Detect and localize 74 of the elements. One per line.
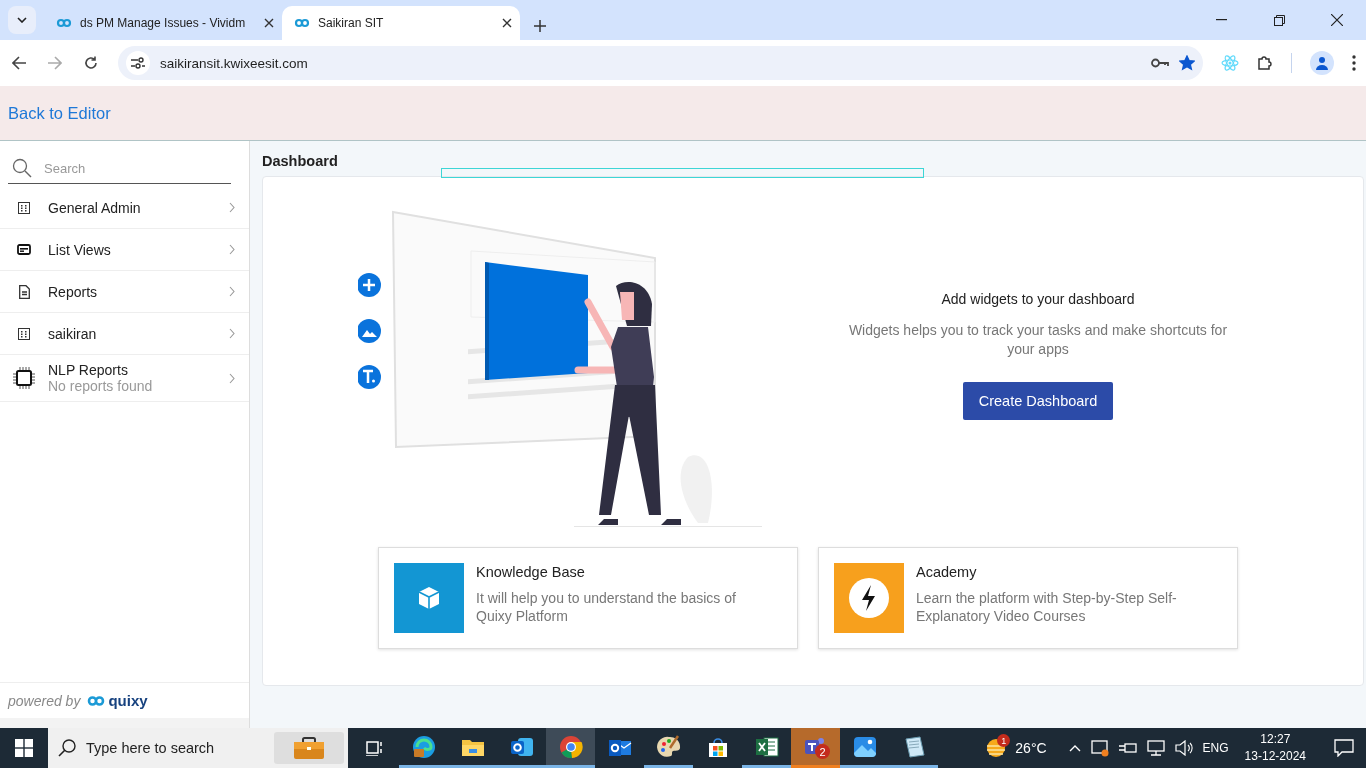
key-icon[interactable] bbox=[1151, 58, 1169, 68]
chevron-right-icon bbox=[229, 244, 235, 255]
chevron-right-icon bbox=[229, 202, 235, 213]
tab-list-button[interactable] bbox=[8, 6, 36, 34]
sidebar-item[interactable]: General Admin bbox=[0, 187, 249, 229]
photos-icon bbox=[852, 735, 877, 758]
outlook-icon bbox=[607, 738, 632, 758]
quixy-logo-icon bbox=[294, 17, 310, 29]
task-view-icon bbox=[365, 740, 384, 756]
weather-badge: 1 bbox=[997, 734, 1011, 747]
temperature-text: 26°C bbox=[1015, 740, 1047, 756]
star-icon[interactable] bbox=[1179, 55, 1195, 71]
chrome-icon bbox=[558, 734, 583, 759]
empty-state-text: Widgets helps you to track your tasks and make shortcuts for your apps bbox=[847, 321, 1229, 359]
lightning-bolt-icon bbox=[834, 563, 904, 633]
notepad-icon bbox=[902, 735, 925, 758]
reload-icon[interactable] bbox=[82, 56, 100, 70]
puzzle-piece-icon[interactable] bbox=[1257, 55, 1273, 71]
speaker-icon[interactable] bbox=[1174, 740, 1193, 756]
card-description: Learn the platform with Step-by-Step Self-Explanatory Video Courses bbox=[916, 589, 1178, 625]
powered-by-text: powered by bbox=[8, 692, 81, 709]
taskbar-search-field[interactable]: Type here to search bbox=[86, 740, 246, 756]
briefcase-icon bbox=[274, 732, 344, 764]
display-icon[interactable] bbox=[1090, 739, 1109, 757]
page-title: Dashboard bbox=[262, 153, 338, 169]
resource-card[interactable]: Knowledge Base It will help you to understand the basics of Quixy Platform bbox=[378, 547, 798, 649]
quixy-logo: quixy bbox=[86, 692, 148, 709]
resource-card[interactable]: Academy Learn the platform with Step-by-Step Self-Explanatory Video Courses bbox=[818, 547, 1238, 649]
paint-icon bbox=[656, 734, 681, 759]
chevron-up-icon[interactable] bbox=[1068, 744, 1081, 752]
plus-icon bbox=[358, 273, 381, 297]
chevron-right-icon bbox=[229, 286, 235, 297]
card-title: Academy bbox=[916, 564, 977, 580]
sidebar-item[interactable]: saikiran bbox=[0, 313, 249, 355]
text-icon bbox=[358, 365, 381, 389]
chevron-down-icon bbox=[17, 17, 27, 23]
language-indicator[interactable]: ENG bbox=[1202, 741, 1229, 755]
search-field[interactable]: Search bbox=[44, 160, 231, 176]
browser-tab[interactable]: Saikiran SIT bbox=[282, 6, 520, 40]
new-tab-icon[interactable] bbox=[534, 20, 546, 32]
edge-icon bbox=[411, 734, 436, 759]
outlook-new-icon bbox=[509, 735, 534, 758]
profile-icon[interactable] bbox=[1310, 51, 1334, 75]
network-icon[interactable] bbox=[1146, 740, 1165, 756]
create-dashboard-button[interactable]: Create Dashboard bbox=[962, 382, 1114, 420]
chevron-right-icon bbox=[229, 372, 235, 384]
quixy-logo-icon bbox=[56, 17, 72, 29]
sidebar-item[interactable]: Reports bbox=[0, 271, 249, 313]
notification-badge: 2 bbox=[815, 744, 830, 759]
card-title: Knowledge Base bbox=[476, 564, 585, 580]
chevron-right-icon bbox=[229, 328, 235, 339]
cube-icon bbox=[394, 563, 464, 633]
taskbar-app-button[interactable]: 2 bbox=[791, 728, 840, 768]
search-icon bbox=[58, 739, 76, 757]
back-arrow-icon[interactable] bbox=[10, 56, 28, 70]
back-to-editor-link[interactable]: Back to Editor bbox=[8, 103, 111, 123]
site-settings-icon[interactable] bbox=[126, 51, 150, 75]
excel-icon bbox=[754, 735, 779, 758]
chip-icon bbox=[12, 367, 36, 389]
empty-state-heading: Add widgets to your dashboard bbox=[941, 291, 1135, 307]
search-icon bbox=[12, 158, 32, 178]
sidebar-item[interactable]: List Views bbox=[0, 229, 249, 271]
card-description: It will help you to understand the basics of Quixy Platform bbox=[476, 589, 737, 625]
image-icon bbox=[358, 319, 381, 343]
close-icon[interactable] bbox=[264, 18, 274, 28]
clock[interactable]: 12:27 13-12-2024 bbox=[1244, 731, 1306, 765]
url-text: saikiransit.kwixeesit.com bbox=[160, 55, 309, 71]
browser-tab[interactable]: ds PM Manage Issues - Vividm bbox=[44, 6, 282, 40]
close-icon[interactable] bbox=[502, 18, 512, 28]
address-bar[interactable]: saikiransit.kwixeesit.com bbox=[118, 46, 1203, 80]
power-plug-icon[interactable] bbox=[1118, 741, 1137, 755]
sidebar-item[interactable]: NLP Reports No reports found bbox=[0, 355, 249, 402]
more-menu-icon[interactable] bbox=[1352, 55, 1356, 71]
store-icon bbox=[706, 737, 729, 759]
